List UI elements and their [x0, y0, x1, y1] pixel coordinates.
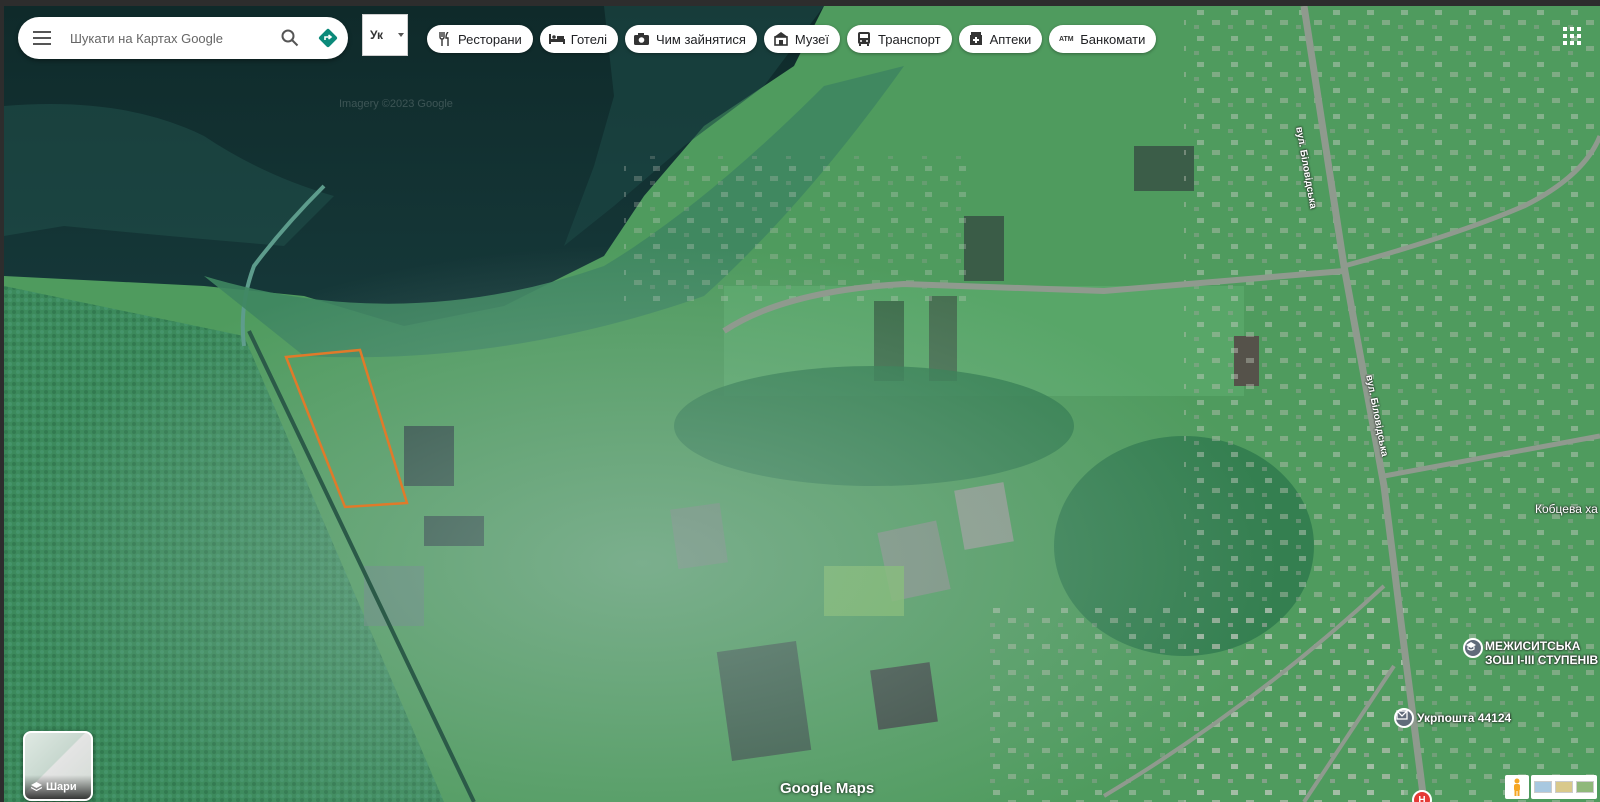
post-office-icon[interactable]: [1394, 708, 1414, 728]
satellite-map[interactable]: Imagery ©2023 Google вул. Біловідська ву…: [4, 6, 1600, 802]
chip-label: Музеї: [794, 31, 830, 47]
camera-icon: [634, 31, 650, 47]
fork-knife-icon: [436, 31, 452, 47]
layers-label: Шари: [25, 775, 91, 799]
menu-button[interactable]: [18, 17, 66, 59]
chip-restaurants[interactable]: Ресторани: [427, 25, 533, 53]
language-selected-value: Ук: [370, 28, 384, 42]
chevron-down-icon: [398, 33, 404, 37]
street-view-pegman[interactable]: [1505, 775, 1529, 799]
chip-museums[interactable]: Музеї: [763, 25, 841, 53]
terrain-thumbnail[interactable]: [1555, 781, 1573, 793]
chip-label: Аптеки: [989, 31, 1032, 47]
language-select[interactable]: Ук: [362, 14, 408, 56]
chip-atms[interactable]: ATM Банкомати: [1049, 25, 1157, 53]
chip-label: Ресторани: [458, 31, 522, 47]
google-maps-logo: Google Maps: [780, 780, 875, 797]
apps-grid-button[interactable]: [1563, 27, 1581, 45]
pegman-icon: [1514, 778, 1520, 796]
hamburger-menu-icon: [33, 31, 51, 45]
chip-label: Чим зайнятися: [655, 31, 746, 47]
apps-grid-icon: [1563, 27, 1581, 45]
chip-transit[interactable]: Транспорт: [847, 25, 952, 53]
layers-icon: [31, 781, 42, 791]
map-thumbnail[interactable]: [1534, 781, 1552, 793]
atm-icon: ATM: [1058, 35, 1074, 43]
chip-pharmacies[interactable]: Аптеки: [958, 25, 1043, 53]
chip-things-to-do[interactable]: Чим зайнятися: [624, 25, 757, 53]
chip-label: Транспорт: [878, 31, 941, 47]
school-icon[interactable]: [1463, 638, 1483, 658]
search-box: [18, 17, 348, 59]
chip-label: Банкомати: [1080, 31, 1146, 47]
layers-button[interactable]: Шари: [23, 731, 93, 801]
map-type-thumbnails: [1531, 775, 1597, 799]
bed-icon: [548, 31, 565, 47]
chip-hotels[interactable]: Готелі: [539, 25, 618, 53]
satellite-imagery: [4, 6, 1600, 802]
directions-button[interactable]: [308, 17, 348, 59]
category-chips: Ресторани Готелі Чим зайнятися Музеї Тра…: [427, 25, 1157, 53]
directions-icon: [318, 28, 338, 48]
search-button[interactable]: [272, 17, 308, 59]
satellite-thumbnail[interactable]: [1576, 781, 1594, 793]
poi-post-office-label[interactable]: Укрпошта 44124: [1417, 711, 1511, 725]
museum-icon: [773, 31, 789, 47]
poi-school-label[interactable]: МЕЖИСИТСЬКА ЗОШ І-ІІІ СТУПЕНІВ: [1485, 639, 1600, 667]
search-icon: [281, 29, 299, 47]
search-input[interactable]: [66, 23, 272, 53]
pharmacy-icon: [968, 31, 984, 47]
imagery-watermark: Imagery ©2023 Google: [339, 98, 453, 110]
bus-icon: [856, 31, 872, 47]
place-label-kobtseva: Кобцева ха: [1535, 502, 1598, 516]
chip-label: Готелі: [570, 31, 607, 47]
